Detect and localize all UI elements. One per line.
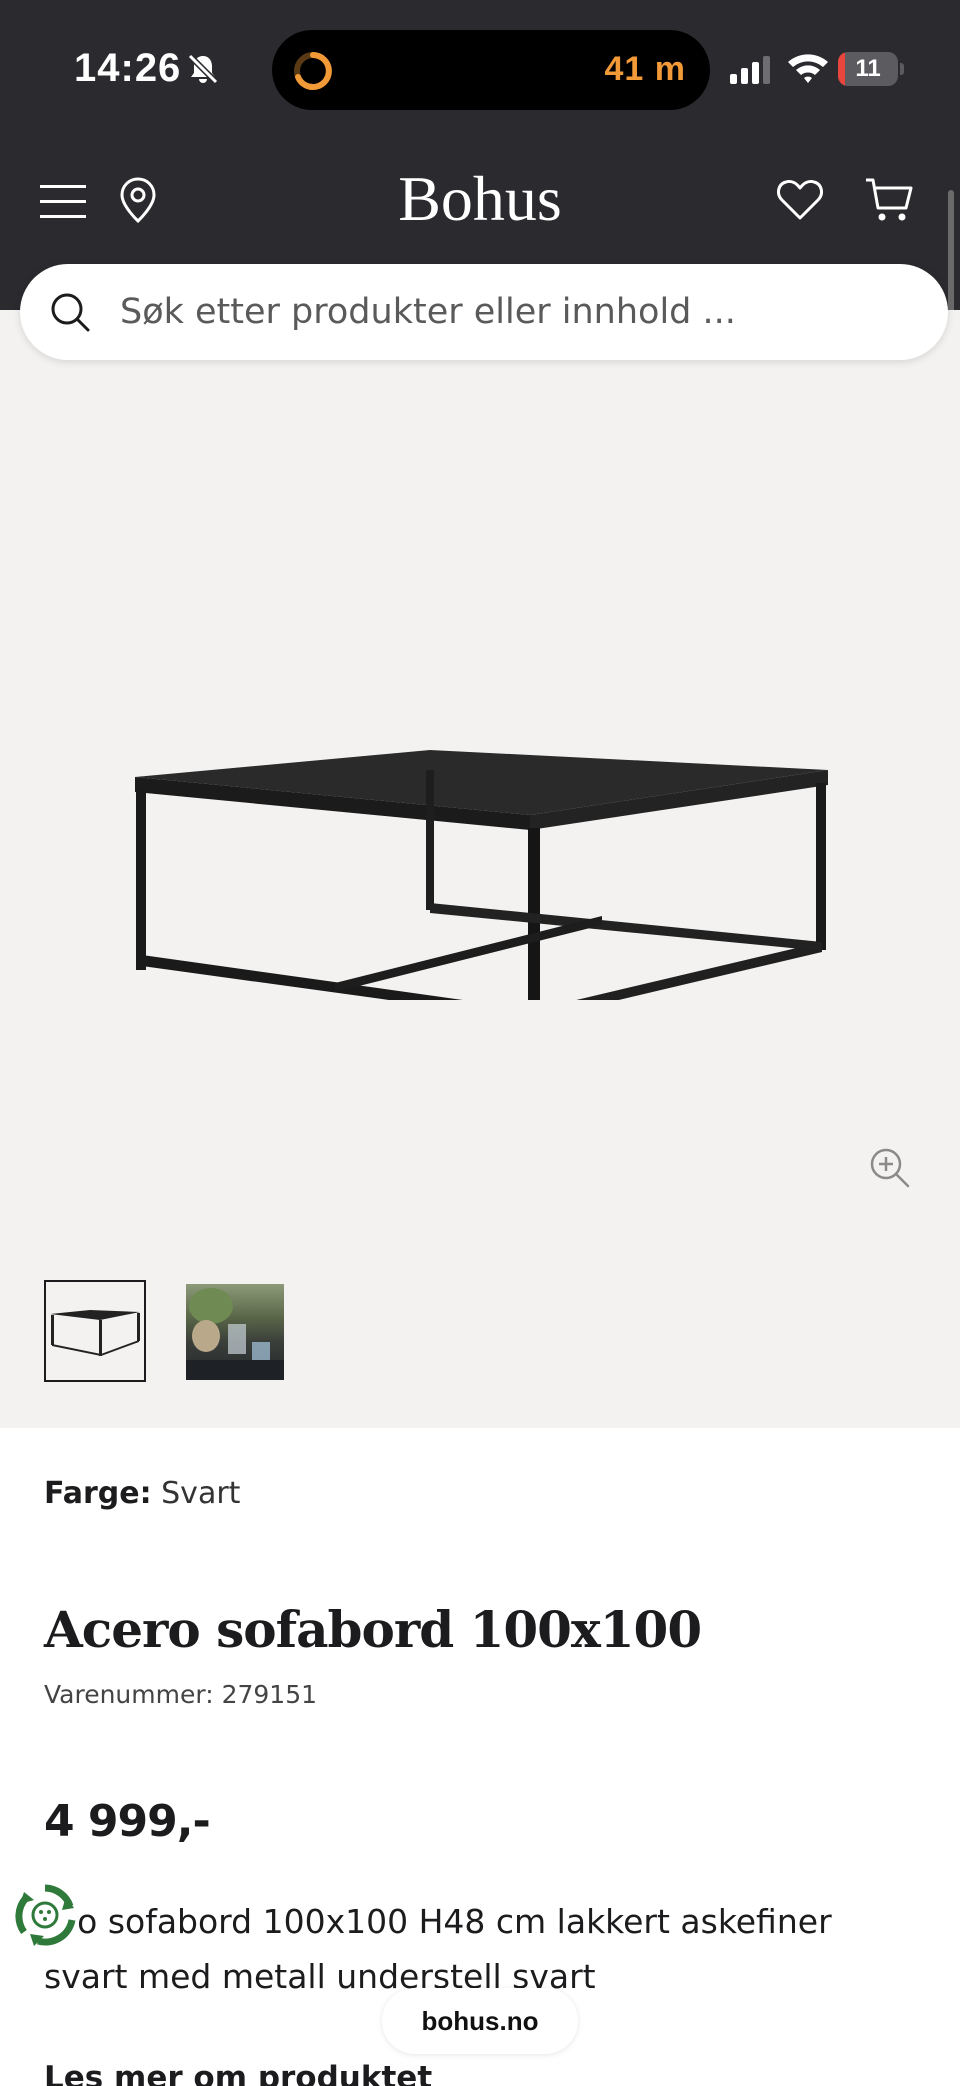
wifi-icon — [788, 54, 828, 83]
status-time: 14:26 — [74, 46, 182, 90]
status-bar: 14:26 41 m 11 — [0, 0, 960, 140]
thumbnail-table[interactable] — [44, 1280, 146, 1382]
zoom-icon[interactable] — [868, 1146, 912, 1190]
cellular-signal-icon — [730, 56, 770, 84]
heart-icon[interactable] — [776, 178, 824, 222]
product-gallery — [0, 310, 960, 1428]
product-title: Acero sofabord 100x100 — [44, 1600, 702, 1659]
dynamic-island[interactable]: 41 m — [272, 30, 710, 110]
product-image[interactable] — [120, 600, 840, 1000]
room-thumbnail-icon — [186, 1288, 284, 1380]
recycle-icon — [15, 1884, 76, 1946]
activity-ring-icon — [294, 52, 332, 90]
search-icon[interactable] — [48, 290, 92, 334]
battery-indicator: 11 — [838, 52, 904, 86]
recycle-badge[interactable] — [12, 1882, 78, 1948]
battery-percent: 11 — [855, 55, 881, 82]
cart-icon[interactable] — [864, 176, 914, 224]
table-thumbnail-icon — [50, 1310, 140, 1356]
browser-url-pill[interactable]: bohus.no — [382, 1988, 578, 2054]
thumbnail-room[interactable] — [186, 1284, 284, 1380]
search-input[interactable] — [120, 282, 900, 342]
product-price: 4 999,- — [44, 1796, 211, 1847]
battery-shell: 11 — [838, 52, 898, 86]
live-activity-timer: 41 m — [604, 50, 686, 88]
color-selector: Farge: Svart — [44, 1476, 240, 1511]
bell-muted-icon — [187, 53, 219, 85]
search-bar[interactable] — [20, 264, 948, 360]
color-label: Farge: — [44, 1476, 152, 1511]
battery-nub — [900, 63, 904, 75]
color-value: Svart — [161, 1476, 241, 1511]
read-more-link[interactable]: Les mer om produktet — [44, 2060, 432, 2086]
product-sku: Varenummer: 279151 — [44, 1680, 318, 1709]
